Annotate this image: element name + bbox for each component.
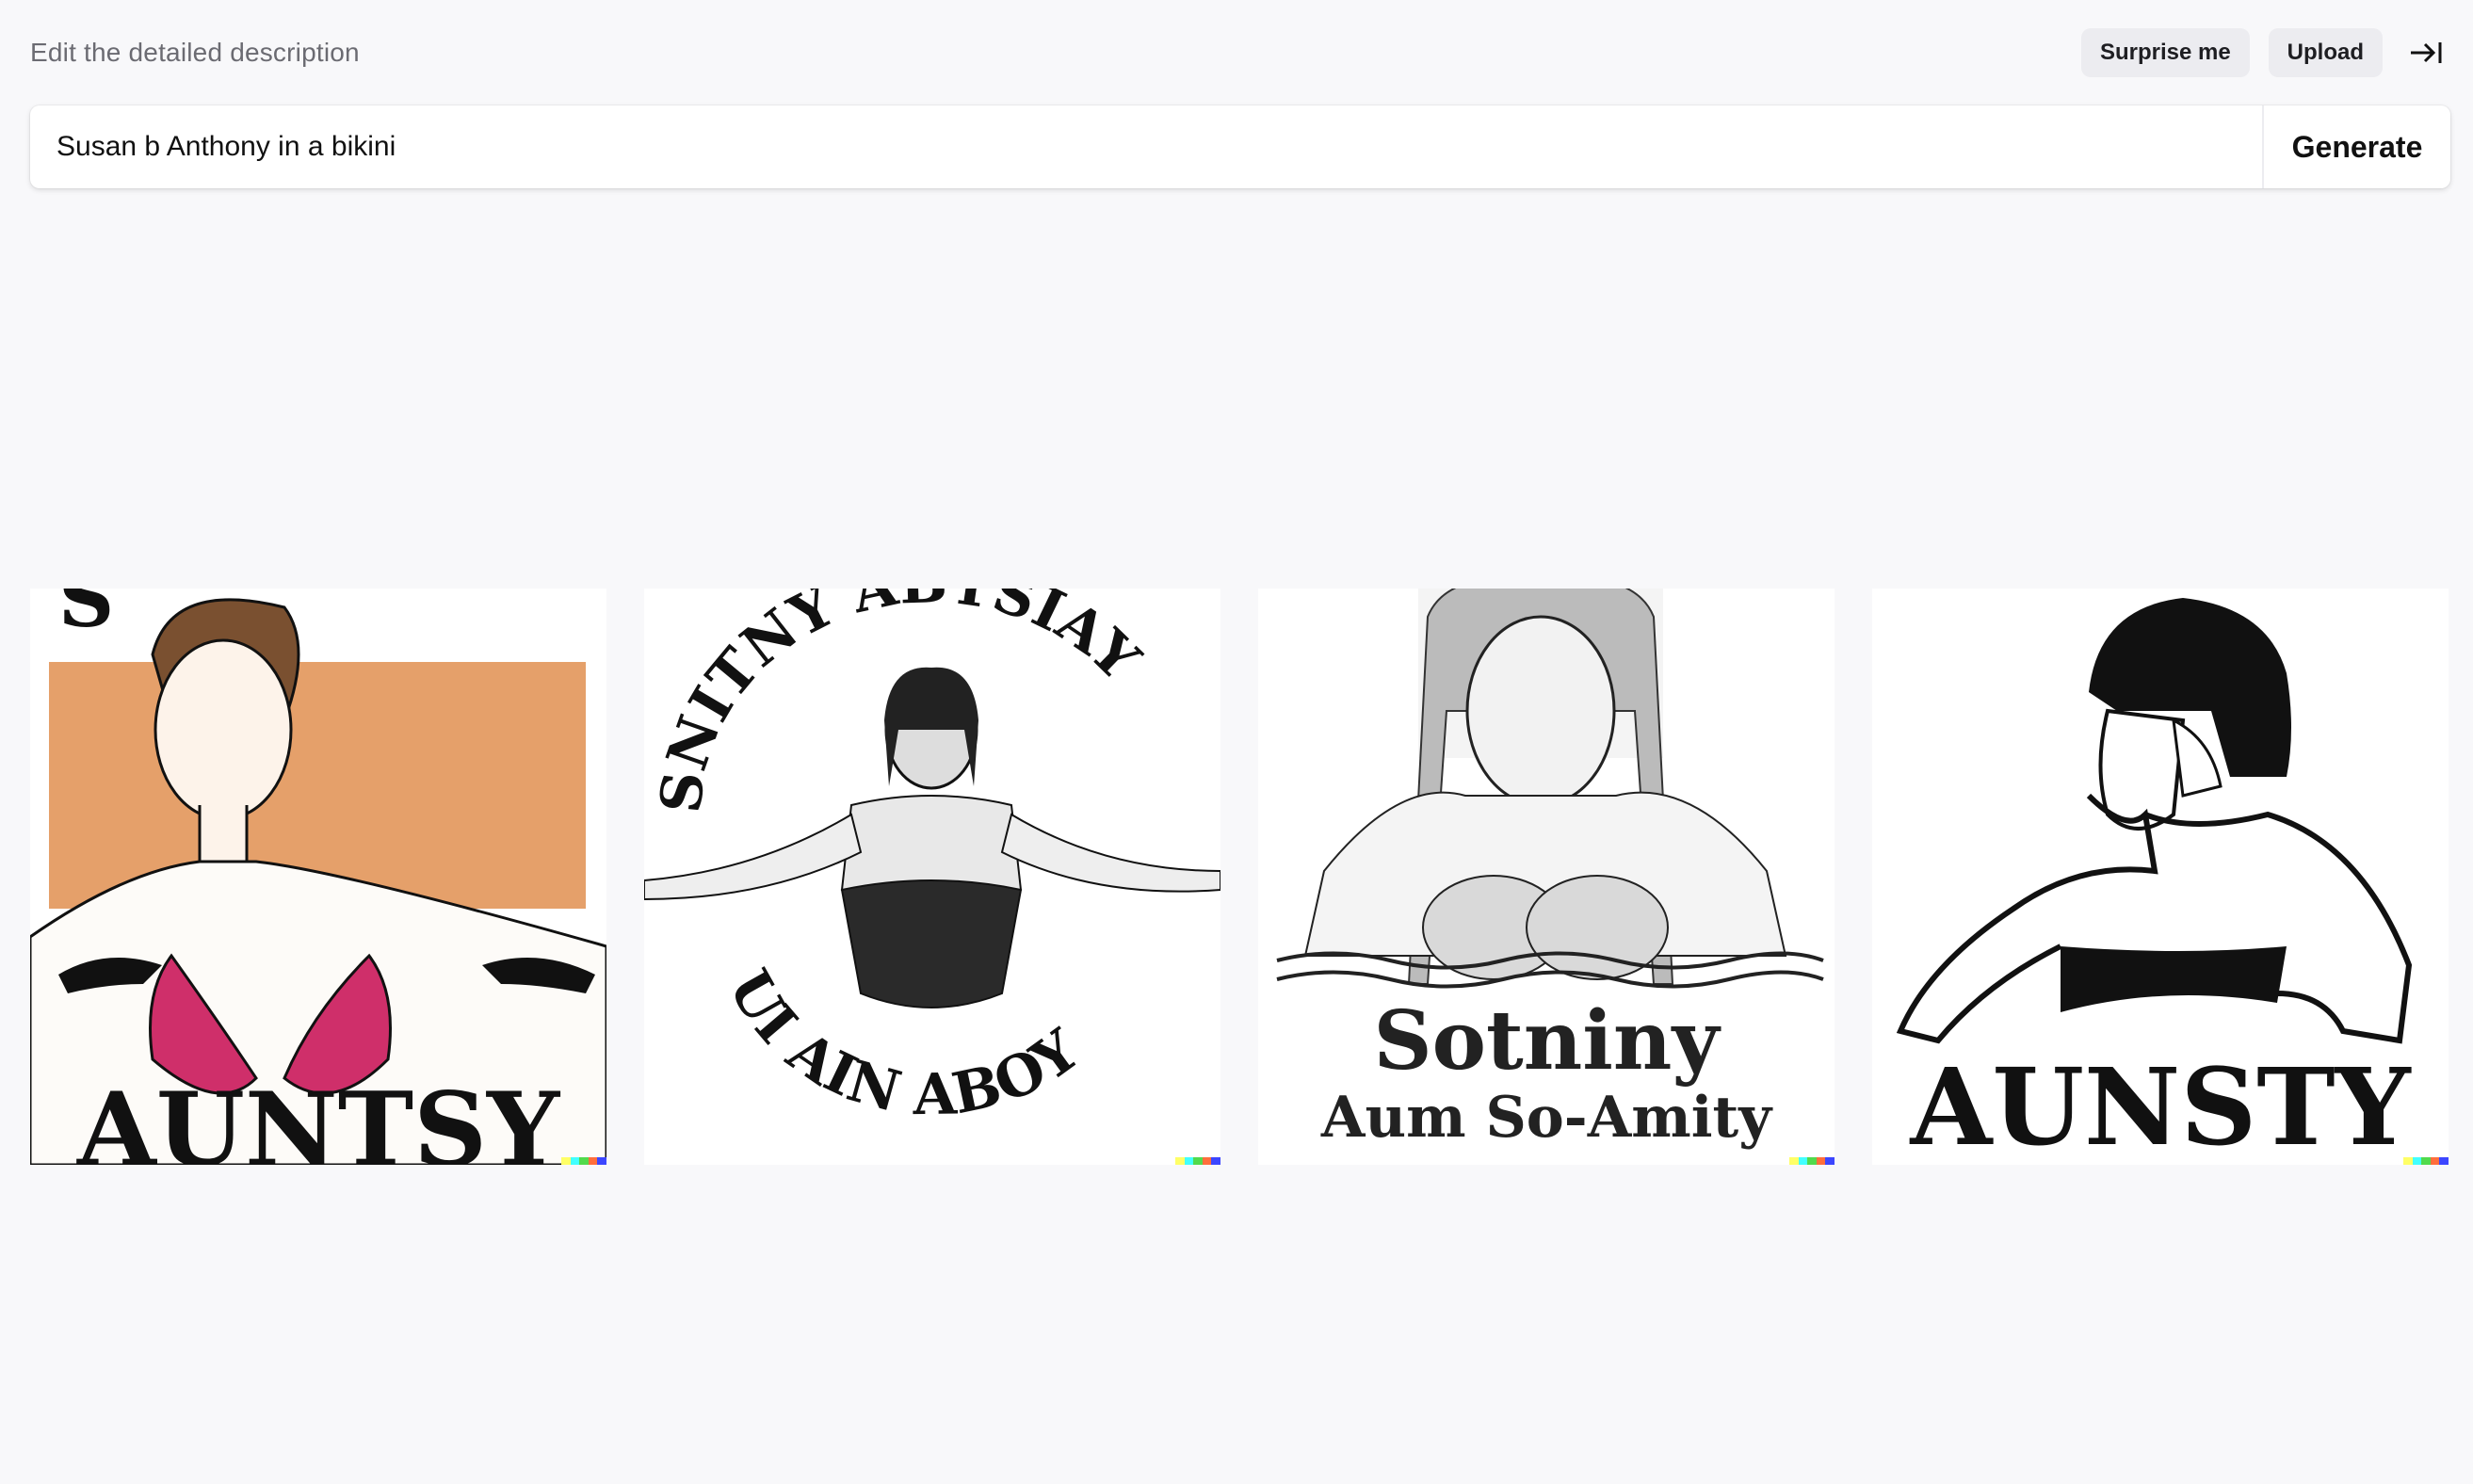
color-watermark [1175,1157,1220,1165]
surprise-me-button[interactable]: Surprise me [2080,28,2250,77]
generated-image-4[interactable]: AUNSTY [1872,589,2449,1165]
description-hint: Edit the detailed description [30,38,360,67]
image-3-caption: Sotniny [1374,993,1722,1089]
color-watermark [1789,1157,1835,1165]
image-3-subcaption: Aum So-Amity [1320,1085,1773,1151]
color-watermark [2403,1157,2449,1165]
image-4-caption: AUNSTY [1909,1046,2411,1165]
color-watermark [561,1157,606,1165]
results-grid: S AUNTSY SNITNY ABTSIAY U [30,589,2450,1165]
prompt-input[interactable] [30,105,2262,188]
header-actions: Surprise me Upload [2080,28,2450,77]
top-bar: Edit the detailed description Surprise m… [30,26,2450,79]
generated-image-3[interactable]: Sotniny Aum So-Amity [1258,589,1835,1165]
image-1-top-text: S [58,589,114,645]
image-1-bottom-text: AUNTSY [76,1071,561,1165]
arrow-right-to-bar-icon[interactable] [2401,28,2450,77]
generated-image-1[interactable]: S AUNTSY [30,589,606,1165]
upload-button[interactable]: Upload [2268,28,2383,77]
prompt-bar: Generate [30,105,2450,188]
generate-button[interactable]: Generate [2262,105,2450,188]
generated-image-2[interactable]: SNITNY ABTSIAY UI AIN ABOY [644,589,1220,1165]
